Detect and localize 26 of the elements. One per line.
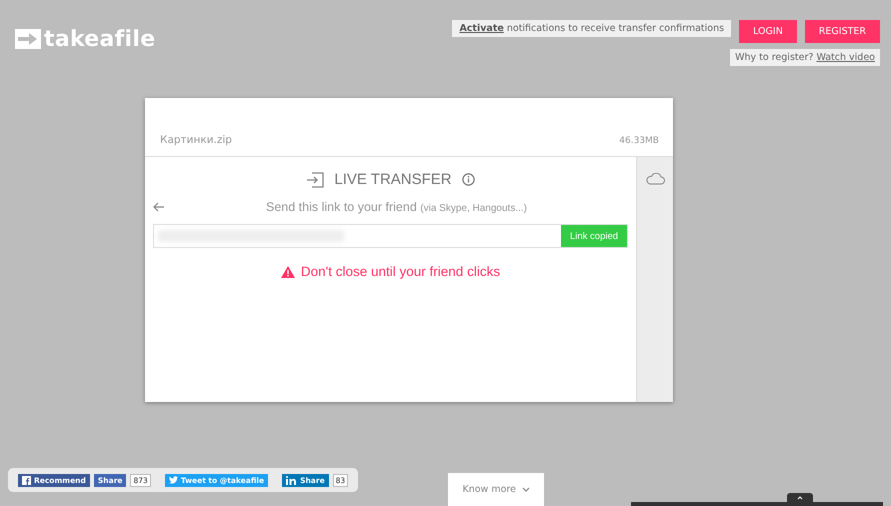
instruction-text: Send this link to your friend (via Skype, Hangouts...) [265, 200, 528, 214]
login-button[interactable]: LOGIN [739, 20, 797, 43]
know-more-button[interactable]: Know more [448, 473, 544, 506]
info-icon[interactable] [462, 173, 475, 186]
linkedin-icon [286, 476, 298, 484]
activate-link[interactable]: Activate [459, 23, 504, 34]
file-size: 46.33MB [619, 136, 659, 146]
notification-notice: Activate notifications to receive transfer confirmations [452, 20, 732, 37]
cloud-icon[interactable] [645, 173, 665, 185]
warning-icon [280, 266, 295, 278]
back-arrow-icon[interactable] [153, 202, 165, 212]
enter-icon [306, 172, 324, 188]
transfer-title: LIVE TRANSFER [334, 171, 452, 188]
link-copied-button[interactable]: Link copied [561, 225, 627, 247]
watch-video-link[interactable]: Watch video [816, 52, 875, 63]
expand-tab[interactable] [787, 493, 813, 502]
caret-up-icon [797, 496, 803, 500]
register-hint: Why to register? Watch video [730, 49, 880, 66]
chevron-down-icon [522, 487, 530, 492]
register-button[interactable]: REGISTER [804, 20, 880, 43]
logo-text: takeafile [44, 26, 156, 52]
warning-text: Don't close until your friend clicks [300, 264, 500, 279]
facebook-icon [22, 476, 31, 484]
link-field[interactable]: Link copied [153, 224, 628, 248]
file-name: Картинки.zip [160, 134, 232, 146]
bird-icon [168, 476, 178, 484]
